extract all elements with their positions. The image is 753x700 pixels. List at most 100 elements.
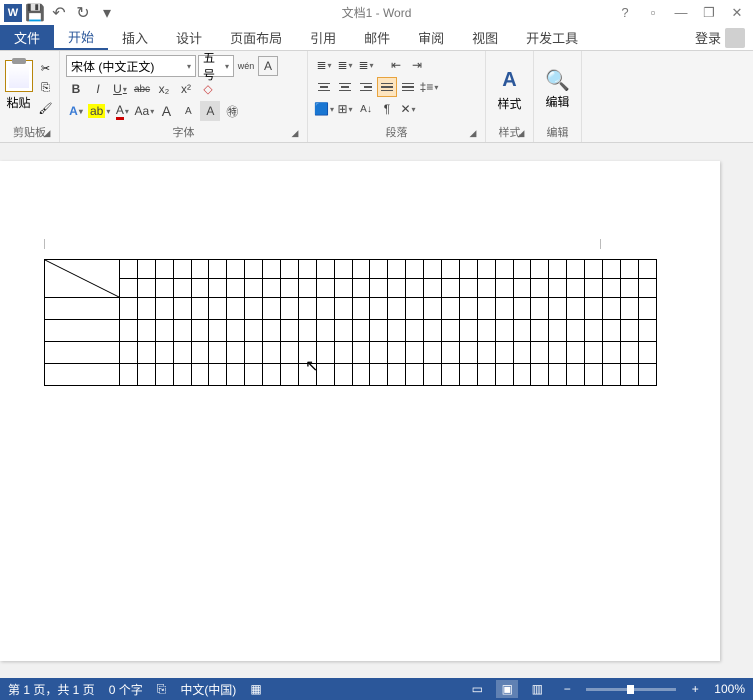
zoom-out-button[interactable]: −	[556, 680, 578, 698]
copy-button[interactable]: ⎘	[37, 80, 55, 98]
styles-launcher[interactable]: ◢	[515, 128, 527, 140]
multilevel-button[interactable]: ≣▾	[356, 55, 376, 75]
close-button[interactable]: ✕	[725, 3, 749, 23]
table-row[interactable]	[45, 260, 657, 279]
font-name-combo[interactable]: 宋体 (中文正文)▾	[66, 55, 196, 77]
zoom-in-button[interactable]: +	[684, 680, 706, 698]
subscript-button[interactable]: x₂	[154, 79, 174, 99]
paragraph-group-label: 段落◢	[314, 124, 479, 140]
text-effect-button[interactable]: A▾	[66, 101, 86, 121]
ribbon: 粘贴 ✂ ⎘ 🖌 剪贴板◢ 宋体 (中文正文)▾ 五号▾ wén A B I	[0, 51, 753, 143]
undo-button[interactable]: ↶	[48, 3, 70, 23]
numbering-button[interactable]: ≣▾	[335, 55, 355, 75]
read-mode-button[interactable]: ▭	[466, 680, 488, 698]
align-justify-button[interactable]	[377, 77, 397, 97]
tab-mail[interactable]: 邮件	[350, 25, 404, 50]
change-case-button[interactable]: Aa▾	[134, 101, 154, 121]
decrease-indent-button[interactable]: ⇤	[386, 55, 406, 75]
minimize-button[interactable]: —	[669, 3, 693, 23]
snap-button[interactable]: ✕▾	[398, 99, 418, 119]
margin-mark-left	[44, 239, 45, 249]
font-size-combo[interactable]: 五号▾	[198, 55, 234, 77]
zoom-thumb[interactable]	[627, 685, 634, 694]
align-left-button[interactable]	[314, 77, 334, 97]
paste-label: 粘贴	[6, 94, 30, 111]
tab-references[interactable]: 引用	[296, 25, 350, 50]
bold-button[interactable]: B	[66, 79, 86, 99]
sort-button[interactable]: A↓	[356, 99, 376, 119]
char-border-button[interactable]: A	[258, 56, 278, 76]
clear-format-button[interactable]: ◇	[198, 79, 218, 99]
table-row[interactable]	[45, 320, 657, 342]
shrink-font-button[interactable]: A	[178, 101, 198, 121]
web-layout-button[interactable]: ▥	[526, 680, 548, 698]
restore-button[interactable]: ❐	[697, 3, 721, 23]
word-count[interactable]: 0 个字	[109, 681, 143, 698]
tab-review[interactable]: 审阅	[404, 25, 458, 50]
paragraph-launcher[interactable]: ◢	[467, 128, 479, 140]
table-row[interactable]	[45, 298, 657, 320]
print-layout-button[interactable]: ▣	[496, 680, 518, 698]
tab-home[interactable]: 开始	[54, 25, 108, 50]
phonetic-guide-button[interactable]: wén	[236, 56, 256, 76]
tab-design[interactable]: 设计	[162, 25, 216, 50]
shading-button[interactable]: 🟦▾	[314, 99, 334, 119]
bullets-button[interactable]: ≣▾	[314, 55, 334, 75]
tab-layout[interactable]: 页面布局	[216, 25, 296, 50]
table-row[interactable]	[45, 342, 657, 364]
borders-button[interactable]: ⊞▾	[335, 99, 355, 119]
help-button[interactable]: ?	[613, 3, 637, 23]
show-marks-button[interactable]: ¶	[377, 99, 397, 119]
qat: W 💾 ↶ ↻ ▾	[0, 3, 118, 23]
save-button[interactable]: 💾	[24, 3, 46, 23]
clipboard-launcher[interactable]: ◢	[41, 128, 53, 140]
paste-button[interactable]: 粘贴	[5, 60, 33, 118]
tab-file[interactable]: 文件	[0, 25, 54, 50]
tab-view[interactable]: 视图	[458, 25, 512, 50]
strikethrough-button[interactable]: abc	[132, 79, 152, 99]
styles-button-label[interactable]: 样式	[497, 95, 521, 112]
char-shading-button[interactable]: A	[200, 101, 220, 121]
proofing-indicator[interactable]: ⎘	[157, 682, 167, 697]
align-center-button[interactable]	[335, 77, 355, 97]
table-row[interactable]	[45, 279, 657, 298]
language-indicator[interactable]: 中文(中国)	[180, 681, 236, 698]
cut-button[interactable]: ✂	[37, 60, 55, 78]
page[interactable]	[0, 161, 720, 661]
page-indicator[interactable]: 第 1 页，共 1 页	[8, 681, 95, 698]
mouse-cursor-icon: ↖	[305, 356, 318, 376]
document-area[interactable]: ↖	[0, 143, 753, 678]
tab-insert[interactable]: 插入	[108, 25, 162, 50]
clipboard-group-label: 剪贴板◢	[6, 124, 53, 140]
qat-customize[interactable]: ▾	[96, 3, 118, 23]
find-icon[interactable]: 🔍	[545, 68, 570, 93]
editing-button-label[interactable]: 编辑	[545, 93, 569, 110]
font-launcher[interactable]: ◢	[289, 128, 301, 140]
ribbon-tabs: 文件 开始 插入 设计 页面布局 引用 邮件 审阅 视图 开发工具 登录	[0, 25, 753, 51]
group-clipboard: 粘贴 ✂ ⎘ 🖌 剪贴板◢	[0, 51, 60, 142]
group-paragraph: ≣▾ ≣▾ ≣▾ ⇤ ⇥ ‡≡▾ 🟦▾ ⊞▾ A↓ ¶ ✕▾	[308, 51, 486, 142]
macro-indicator[interactable]: ▦	[250, 682, 261, 696]
diagonal-header-cell[interactable]	[45, 260, 120, 298]
ribbon-display-options[interactable]: ▫	[641, 3, 665, 23]
redo-button[interactable]: ↻	[72, 3, 94, 23]
underline-button[interactable]: U▾	[110, 79, 130, 99]
format-painter-button[interactable]: 🖌	[37, 100, 55, 118]
styles-icon[interactable]: A	[495, 65, 525, 95]
login-link[interactable]: 登录	[687, 25, 753, 50]
highlight-button[interactable]: ab▾	[88, 101, 110, 121]
superscript-button[interactable]: x²	[176, 79, 196, 99]
increase-indent-button[interactable]: ⇥	[407, 55, 427, 75]
document-table[interactable]	[44, 259, 657, 386]
zoom-slider[interactable]	[586, 688, 676, 691]
font-color-button[interactable]: A▾	[112, 101, 132, 121]
grow-font-button[interactable]: A	[156, 101, 176, 121]
enclosed-char-button[interactable]: ㊕	[222, 101, 242, 121]
align-right-button[interactable]	[356, 77, 376, 97]
line-spacing-button[interactable]: ‡≡▾	[419, 77, 439, 97]
tab-developer[interactable]: 开发工具	[512, 25, 592, 50]
table-row[interactable]	[45, 364, 657, 386]
distribute-button[interactable]	[398, 77, 418, 97]
zoom-level[interactable]: 100%	[714, 682, 745, 696]
italic-button[interactable]: I	[88, 79, 108, 99]
